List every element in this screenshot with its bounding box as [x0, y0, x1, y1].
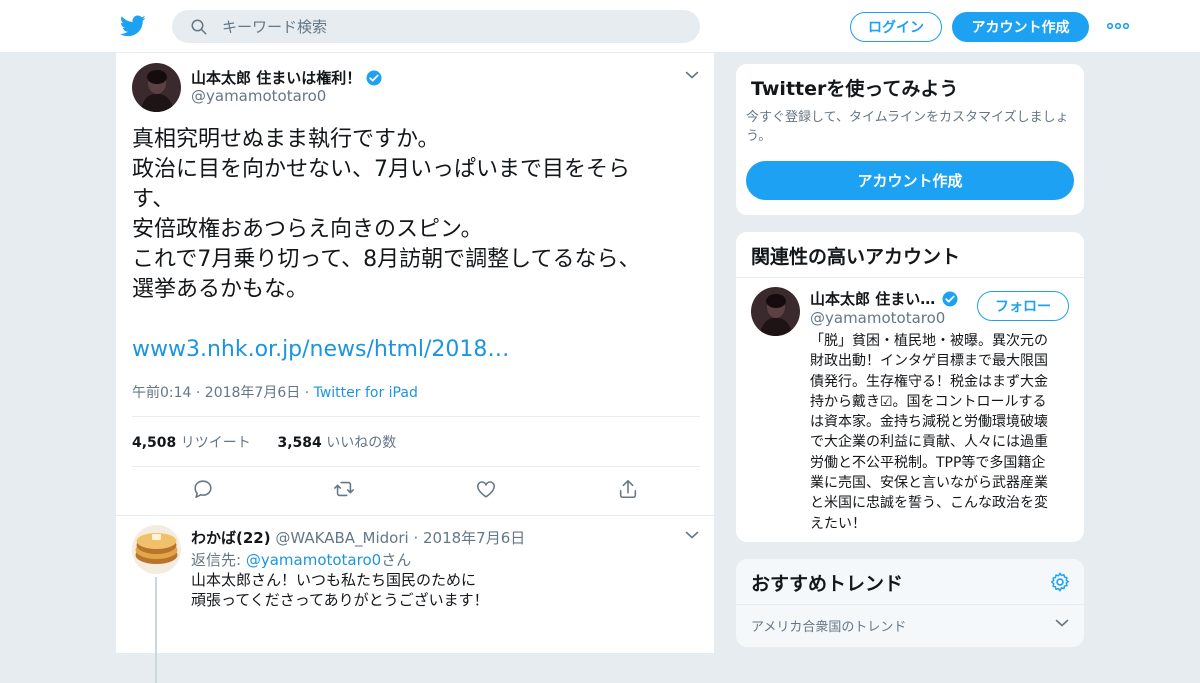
bio-line: で大企業の利益に貢献、人々には過重	[810, 434, 1048, 451]
tweet-line: す、	[132, 187, 175, 212]
reply-header: わかば(22) @WAKABA_Midori · 2018年7月6日	[191, 527, 525, 548]
divider	[116, 515, 716, 516]
divider	[736, 604, 1084, 605]
settings-icon[interactable]	[1049, 571, 1071, 593]
desc-line: う。	[746, 129, 772, 144]
author-name-row[interactable]: 山本太郎 住まいは権利！	[191, 67, 383, 88]
reply-author-name[interactable]: わかば(22)	[191, 529, 271, 547]
related-accounts-card: 関連性の高いアカウント 山本太郎 住まい… @yamamototaro0 フォロ…	[735, 231, 1085, 543]
bio-line: 持から戴き☑。国をコントロールする	[810, 393, 1047, 410]
tweet-line: 選挙あるかもな。	[132, 277, 309, 302]
reply-to-prefix: 返信先:	[191, 551, 246, 569]
reply-line: 山本太郎さん！いつも私たち国民のために	[191, 571, 477, 589]
reply-icon[interactable]	[192, 478, 214, 500]
divider	[132, 416, 700, 417]
search-input[interactable]	[222, 17, 662, 36]
related-account-name[interactable]: 山本太郎 住まい…	[810, 288, 935, 309]
follow-button[interactable]: フォロー	[977, 291, 1069, 321]
tweet-metadata: 午前0:14 · 2018年7月6日 · Twitter for iPad	[132, 382, 418, 402]
signup-card: Twitterを使ってみよう 今すぐ登録して、タイムラインをカスタマイズしましょ…	[735, 63, 1085, 216]
signup-button[interactable]: アカウント作成	[952, 12, 1089, 42]
search-icon	[191, 19, 207, 34]
more-icon[interactable]	[1106, 19, 1130, 33]
retweet-icon[interactable]	[333, 478, 355, 500]
tweet-timestamp[interactable]: 午前0:14 · 2018年7月6日	[132, 385, 300, 401]
bio-line: 業に売国、安保と言いながら武器産業	[810, 475, 1048, 492]
reply-to-handle[interactable]: @yamamototaro0	[246, 551, 381, 569]
related-account-avatar[interactable]	[751, 287, 800, 336]
twitter-logo-icon[interactable]	[120, 13, 146, 39]
retweet-stat[interactable]: 4,508 リツイート	[132, 435, 251, 451]
related-card-title: 関連性の高いアカウント	[751, 246, 961, 268]
related-account-item[interactable]: 山本太郎 住まい… @yamamototaro0 フォロー 「脱」貧困・植民地・…	[736, 277, 1084, 542]
reply-date[interactable]: · 2018年7月6日	[413, 529, 525, 547]
like-stat[interactable]: 3,584 いいねの数	[277, 435, 396, 451]
bio-line: と米国に忠誠を誓う、こんな政治を変	[810, 495, 1048, 512]
bio-line: 労働と不公平税制。TPP等で多国籍企	[810, 454, 1046, 471]
tweet-text: 真相究明せぬまま執行ですか。 政治に目を向かせない、7月いっぱいまで目をそら す…	[132, 125, 692, 305]
author-handle[interactable]: @yamamototaro0	[191, 87, 326, 105]
meta-separator: ·	[304, 385, 310, 401]
like-label: いいねの数	[326, 435, 397, 451]
chevron-down-icon[interactable]	[685, 530, 699, 540]
chevron-down-icon[interactable]	[685, 70, 699, 80]
like-icon[interactable]	[475, 478, 497, 500]
bio-line: 「脱」貧困・植民地・被曝。異次元の	[810, 333, 1048, 349]
verified-icon	[366, 70, 382, 85]
tweet-stats: 4,508 リツイート 3,584 いいねの数	[132, 432, 396, 452]
chevron-down-icon[interactable]	[1055, 618, 1069, 628]
tweet-link[interactable]: www3.nhk.or.jp/news/html/2018…	[132, 337, 509, 362]
reply-to-line: 返信先: @yamamototaro0さん	[191, 549, 411, 570]
reply-line: 頑張ってくださってありがとうございます！	[191, 591, 489, 609]
bio-line: 財政出動！インタゲ目標まで最大限国	[810, 353, 1048, 370]
verified-icon	[942, 291, 958, 306]
trends-card: おすすめトレンド アメリカ合衆国のトレンド	[735, 558, 1085, 648]
reply-text: 山本太郎さん！いつも私たち国民のために 頑張ってくださってありがとうございます！	[191, 570, 489, 610]
reply-to-suffix: さん	[381, 551, 412, 569]
reply-author-handle[interactable]: @WAKABA_Midori	[275, 529, 408, 547]
trends-card-title: おすすめトレンド	[751, 573, 904, 595]
share-icon[interactable]	[617, 478, 639, 500]
desc-line: 今すぐ登録して、タイムラインをカスタマイズしましょ	[746, 110, 1069, 125]
signup-card-description: 今すぐ登録して、タイムラインをカスタマイズしましょ う。	[746, 108, 1069, 146]
trends-location-label: アメリカ合衆国のトレンド	[751, 620, 907, 635]
signup-card-button[interactable]: アカウント作成	[746, 161, 1074, 200]
divider	[132, 466, 700, 467]
bio-line: 債発行。生存権守る！税金はまず大金	[810, 373, 1048, 390]
author-name[interactable]: 山本太郎 住まいは権利！	[191, 67, 361, 88]
tweet-line: 安倍政権おあつらえ向きのスピン。	[132, 217, 483, 242]
reply-avatar[interactable]	[132, 525, 181, 574]
top-navigation-bar: ログイン アカウント作成	[0, 0, 1200, 53]
tweet-line: 真相究明せぬまま執行ですか。	[132, 127, 440, 152]
author-avatar[interactable]	[132, 63, 181, 112]
like-count: 3,584	[277, 435, 322, 451]
retweet-count: 4,508	[132, 435, 177, 451]
search-box[interactable]	[172, 10, 700, 43]
related-account-name-row[interactable]: 山本太郎 住まい…	[810, 288, 959, 309]
thread-line	[155, 577, 157, 683]
tweet-line: これで7月乗り切って、8月訪朝で調整してるなら、	[132, 247, 641, 272]
retweet-label: リツイート	[180, 435, 251, 451]
tweet-detail-panel: 山本太郎 住まいは権利！ @yamamototaro0 真相究明せぬまま執行です…	[115, 53, 716, 683]
related-account-bio: 「脱」貧困・植民地・被曝。異次元の 財政出動！インタゲ目標まで最大限国 債発行。…	[810, 331, 1072, 534]
related-account-handle[interactable]: @yamamototaro0	[810, 309, 945, 327]
tweet-line: 政治に目を向かせない、7月いっぱいまで目をそら	[132, 157, 630, 182]
tweet-source-link[interactable]: Twitter for iPad	[314, 385, 418, 401]
signup-card-title: Twitterを使ってみよう	[751, 78, 959, 100]
login-button[interactable]: ログイン	[850, 12, 942, 42]
bio-line: は資本家。金持ち減税と労働環境破壊	[810, 414, 1048, 431]
bio-line: えたい！	[810, 515, 866, 532]
